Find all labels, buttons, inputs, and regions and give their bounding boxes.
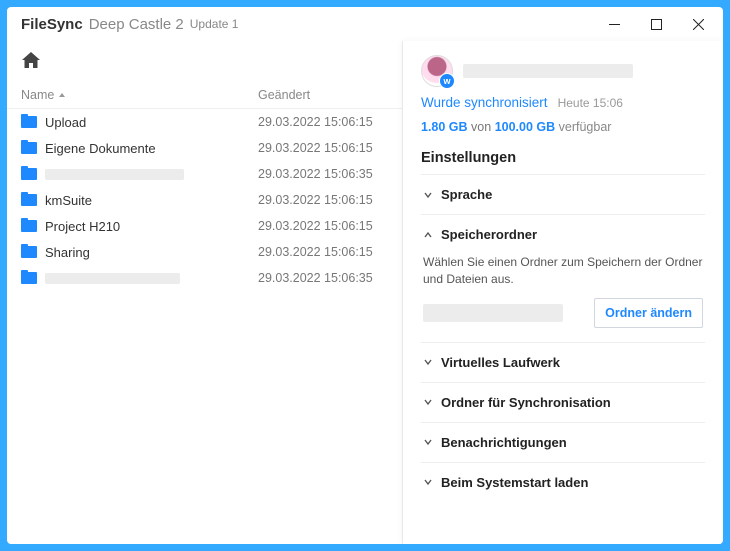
chevron-down-icon: [423, 477, 433, 487]
acc-notifications: Benachrichtigungen: [421, 422, 705, 462]
filename: kmSuite: [45, 193, 92, 208]
table-header: Name Geändert: [7, 82, 402, 109]
table-row[interactable]: Upload 29.03.2022 15:06:15: [7, 109, 402, 135]
folder-icon: [21, 246, 37, 258]
acc-storage-folder-label: Speicherordner: [441, 227, 537, 242]
cell-date: 29.03.2022 15:06:15: [258, 193, 388, 207]
change-folder-button[interactable]: Ordner ändern: [594, 298, 703, 328]
cell-name: Sharing: [21, 245, 258, 260]
app-update: Update 1: [190, 17, 239, 31]
cell-date: 29.03.2022 15:06:15: [258, 245, 388, 259]
storage-total: 100.00 GB: [495, 120, 555, 134]
col-name[interactable]: Name: [21, 88, 258, 102]
file-pane: Name Geändert Upload29.03.2022 15:06:15E…: [7, 41, 403, 544]
app-name: FileSync: [21, 16, 83, 33]
acc-autostart-label: Beim Systemstart laden: [441, 475, 588, 490]
side-panel: Wurde synchronisiert Heute 15:06 1.80 GB…: [403, 41, 723, 544]
filename: Eigene Dokumente: [45, 141, 156, 156]
acc-notifications-head[interactable]: Benachrichtigungen: [421, 423, 705, 462]
storage-folder-desc: Wählen Sie einen Ordner zum Speichern de…: [423, 254, 703, 288]
table-rows: Upload29.03.2022 15:06:15Eigene Dokument…: [7, 109, 402, 544]
cell-name: Project H210: [21, 219, 258, 234]
folder-icon: [21, 194, 37, 206]
cell-name: Upload: [21, 115, 258, 130]
storage-of: von: [471, 120, 491, 134]
table-row[interactable]: 29.03.2022 15:06:35: [7, 265, 402, 291]
chevron-down-icon: [423, 437, 433, 447]
storage-folder-path-row: Ordner ändern: [423, 298, 703, 328]
col-modified[interactable]: Geändert: [258, 88, 388, 102]
body: Name Geändert Upload29.03.2022 15:06:15E…: [7, 41, 723, 544]
cell-date: 29.03.2022 15:06:15: [258, 115, 388, 129]
acc-storage-folder: Speicherordner Wählen Sie einen Ordner z…: [421, 214, 705, 342]
app-edition: Deep Castle 2: [89, 16, 184, 33]
chevron-down-icon: [423, 357, 433, 367]
minimize-button[interactable]: [593, 10, 635, 38]
sync-status: Wurde synchronisiert: [421, 95, 548, 110]
acc-autostart: Beim Systemstart laden: [421, 462, 705, 502]
cell-date: 29.03.2022 15:06:35: [258, 271, 388, 285]
table-row[interactable]: kmSuite 29.03.2022 15:06:15: [7, 187, 402, 213]
storage-avail: verfügbar: [559, 120, 612, 134]
filename-redacted: [45, 273, 180, 284]
table-row[interactable]: Sharing 29.03.2022 15:06:15: [7, 239, 402, 265]
close-button[interactable]: [677, 10, 719, 38]
cell-name: kmSuite: [21, 193, 258, 208]
acc-virtual-drive-head[interactable]: Virtuelles Laufwerk: [421, 343, 705, 382]
storage-folder-path-redacted: [423, 304, 563, 322]
breadcrumb: [7, 41, 402, 82]
acc-virtual-drive: Virtuelles Laufwerk: [421, 342, 705, 382]
acc-notifications-label: Benachrichtigungen: [441, 435, 567, 450]
acc-language-head[interactable]: Sprache: [421, 175, 705, 214]
cell-date: 29.03.2022 15:06:15: [258, 141, 388, 155]
storage-line: 1.80 GB von 100.00 GB verfügbar: [421, 120, 705, 134]
acc-storage-folder-head[interactable]: Speicherordner: [421, 215, 705, 254]
chevron-down-icon: [423, 397, 433, 407]
chevron-up-icon: [423, 230, 433, 240]
storage-used: 1.80 GB: [421, 120, 468, 134]
acc-sync-folder-label: Ordner für Synchronisation: [441, 395, 611, 410]
cell-date: 29.03.2022 15:06:15: [258, 219, 388, 233]
folder-icon: [21, 272, 37, 284]
filename: Project H210: [45, 219, 120, 234]
acc-language-label: Sprache: [441, 187, 492, 202]
col-modified-label: Geändert: [258, 88, 310, 102]
avatar[interactable]: [421, 55, 453, 87]
col-name-label: Name: [21, 88, 54, 102]
filename: Sharing: [45, 245, 90, 260]
sync-status-row: Wurde synchronisiert Heute 15:06: [421, 95, 705, 110]
acc-language: Sprache: [421, 174, 705, 214]
folder-icon: [21, 168, 37, 180]
acc-storage-folder-body: Wählen Sie einen Ordner zum Speichern de…: [421, 254, 705, 342]
cell-name: [21, 272, 258, 284]
table-row[interactable]: 29.03.2022 15:06:35: [7, 161, 402, 187]
sync-time: Heute 15:06: [558, 96, 623, 110]
profile-row: [421, 55, 705, 87]
folder-icon: [21, 116, 37, 128]
folder-icon: [21, 142, 37, 154]
acc-sync-folder: Ordner für Synchronisation: [421, 382, 705, 422]
username-redacted: [463, 64, 633, 78]
acc-virtual-drive-label: Virtuelles Laufwerk: [441, 355, 560, 370]
cell-date: 29.03.2022 15:06:35: [258, 167, 388, 181]
sort-asc-icon: [58, 88, 66, 102]
titlebar: FileSync Deep Castle 2 Update 1: [7, 7, 723, 41]
folder-icon: [21, 220, 37, 232]
acc-sync-folder-head[interactable]: Ordner für Synchronisation: [421, 383, 705, 422]
chevron-down-icon: [423, 190, 433, 200]
filename-redacted: [45, 169, 184, 180]
home-icon[interactable]: [21, 56, 41, 73]
cell-name: Eigene Dokumente: [21, 141, 258, 156]
acc-autostart-head[interactable]: Beim Systemstart laden: [421, 463, 705, 502]
table-row[interactable]: Project H210 29.03.2022 15:06:15: [7, 213, 402, 239]
maximize-button[interactable]: [635, 10, 677, 38]
app-window: FileSync Deep Castle 2 Update 1: [7, 7, 723, 544]
table-row[interactable]: Eigene Dokumente 29.03.2022 15:06:15: [7, 135, 402, 161]
window-controls: [593, 10, 719, 38]
filename: Upload: [45, 115, 86, 130]
settings-heading: Einstellungen: [421, 150, 705, 166]
cell-name: [21, 168, 258, 180]
